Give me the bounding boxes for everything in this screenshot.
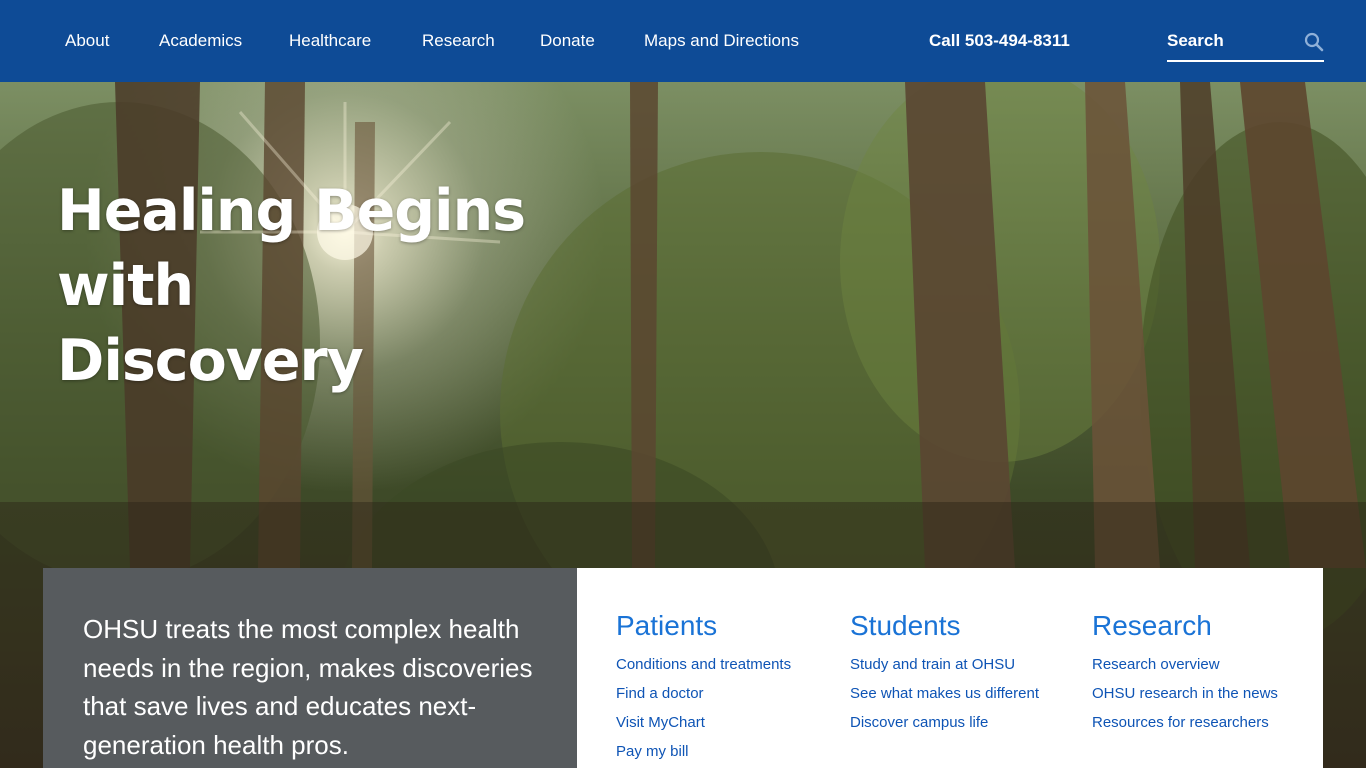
students-heading-link[interactable]: Students [850, 608, 1039, 644]
link-discover-campus-life[interactable]: Discover campus life [850, 708, 1039, 737]
link-research-in-the-news[interactable]: OHSU research in the news [1092, 679, 1278, 708]
link-visit-mychart[interactable]: Visit MyChart [616, 708, 791, 737]
nav-maps-and-directions[interactable]: Maps and Directions [644, 30, 799, 52]
nav-about[interactable]: About [65, 30, 109, 52]
hero-title-line-2: Discovery [57, 328, 364, 394]
link-find-a-doctor[interactable]: Find a doctor [616, 679, 791, 708]
hero-title-line-1: Healing Begins with [57, 178, 526, 319]
link-research-overview[interactable]: Research overview [1092, 650, 1278, 679]
link-pay-my-bill[interactable]: Pay my bill [616, 737, 791, 766]
students-column: Students Study and train at OHSU See wha… [850, 608, 1039, 737]
link-conditions-and-treatments[interactable]: Conditions and treatments [616, 650, 791, 679]
nav-academics[interactable]: Academics [159, 30, 242, 52]
patients-heading-link[interactable]: Patients [616, 608, 791, 644]
link-resources-for-researchers[interactable]: Resources for researchers [1092, 708, 1278, 737]
quick-links-panel: Patients Conditions and treatments Find … [577, 568, 1323, 768]
link-study-and-train[interactable]: Study and train at OHSU [850, 650, 1039, 679]
mission-panel: OHSU treats the most complex health need… [43, 568, 577, 768]
research-heading-link[interactable]: Research [1092, 608, 1278, 644]
nav-healthcare[interactable]: Healthcare [289, 30, 371, 52]
nav-research[interactable]: Research [422, 30, 495, 52]
top-navigation: About Academics Healthcare Research Dona… [0, 0, 1366, 82]
hero-title: Healing Begins with Discovery [57, 174, 677, 399]
patients-column: Patients Conditions and treatments Find … [616, 608, 791, 766]
research-column: Research Research overview OHSU research… [1092, 608, 1278, 737]
search-box [1167, 26, 1324, 62]
mission-statement: OHSU treats the most complex health need… [83, 614, 533, 760]
search-icon[interactable] [1304, 32, 1324, 52]
phone-number-link[interactable]: Call 503-494-8311 [929, 30, 1070, 52]
nav-donate[interactable]: Donate [540, 30, 595, 52]
link-what-makes-us-different[interactable]: See what makes us different [850, 679, 1039, 708]
search-input[interactable] [1167, 28, 1297, 54]
